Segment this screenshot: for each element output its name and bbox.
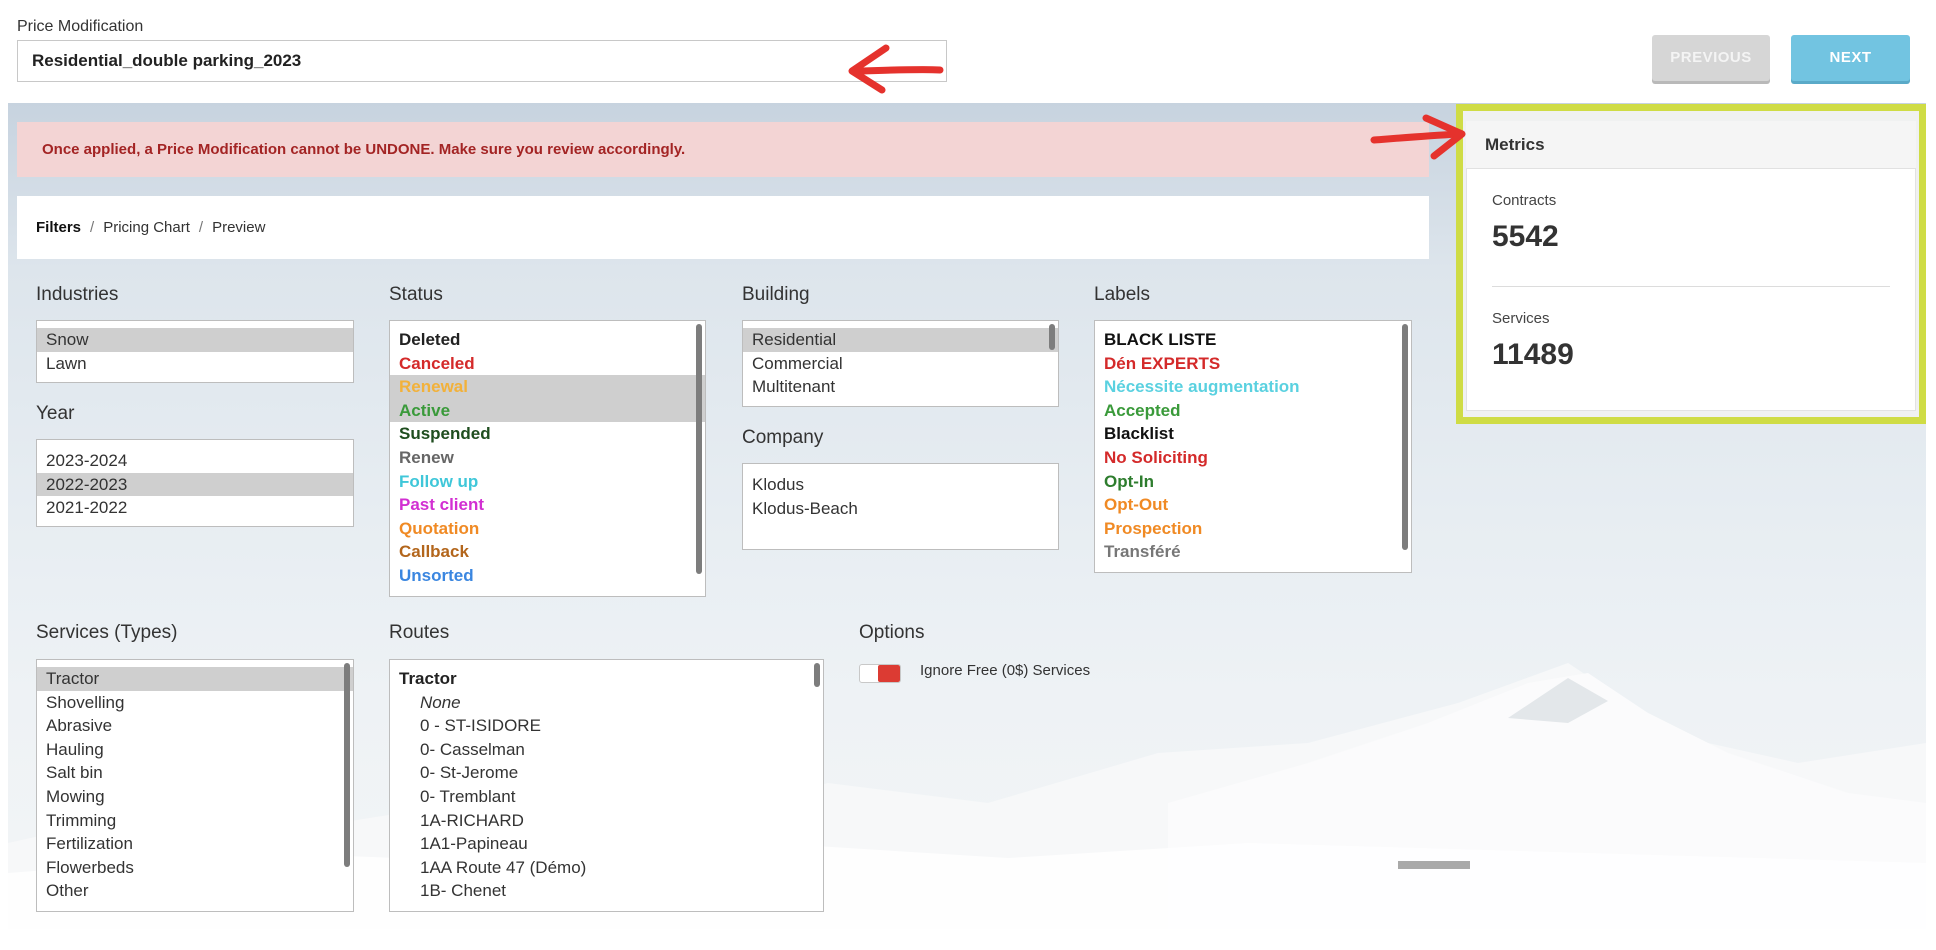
status-option-canceled[interactable]: Canceled xyxy=(390,352,705,376)
label-option-accepted[interactable]: Accepted xyxy=(1095,399,1411,423)
status-option-callback[interactable]: Callback xyxy=(390,540,705,564)
labels-scrollbar[interactable] xyxy=(1402,324,1408,550)
price-modification-name-input[interactable]: Residential_double parking_2023 xyxy=(17,40,947,82)
ignore-free-services-label: Ignore Free (0$) Services xyxy=(920,662,1091,679)
route-option[interactable]: 0 - ST-ISIDORE xyxy=(390,714,823,738)
routes-title: Routes xyxy=(389,622,450,643)
route-option[interactable]: 1A-RICHARD xyxy=(390,809,823,833)
route-option[interactable]: 0- Tremblant xyxy=(390,785,823,809)
status-option-deleted[interactable]: Deleted xyxy=(390,328,705,352)
building-option-multitenant[interactable]: Multitenant xyxy=(743,375,1058,399)
previous-button[interactable]: PREVIOUS xyxy=(1652,35,1770,81)
breadcrumb-pricing-chart[interactable]: Pricing Chart xyxy=(103,219,190,236)
status-listbox[interactable]: Deleted Canceled Renewal Active Suspende… xyxy=(389,320,706,597)
service-option-shovelling[interactable]: Shovelling xyxy=(37,691,353,715)
label-option-transfere[interactable]: Transféré xyxy=(1095,540,1411,564)
route-option[interactable]: 1A1-Papineau xyxy=(390,832,823,856)
label-option-necessite-augmentation[interactable]: Nécessite augmentation xyxy=(1095,375,1411,399)
company-title: Company xyxy=(742,427,824,448)
industries-title: Industries xyxy=(36,284,119,305)
industry-option-snow[interactable]: Snow xyxy=(37,328,353,352)
next-button[interactable]: NEXT xyxy=(1791,35,1910,81)
route-option[interactable]: 0- Casselman xyxy=(390,738,823,762)
toggle-knob xyxy=(878,665,900,682)
label-option-black-liste[interactable]: BLACK LISTE xyxy=(1095,328,1411,352)
company-listbox[interactable]: Klodus Klodus-Beach xyxy=(742,463,1059,550)
status-option-active[interactable]: Active xyxy=(390,398,705,423)
status-option-renew[interactable]: Renew xyxy=(390,446,705,470)
service-option-fertilization[interactable]: Fertilization xyxy=(37,832,353,856)
route-option[interactable]: 1B- Chenet xyxy=(390,879,823,903)
label-option-blacklist[interactable]: Blacklist xyxy=(1095,422,1411,446)
label-option-no-soliciting[interactable]: No Soliciting xyxy=(1095,446,1411,470)
service-option-tractor[interactable]: Tractor xyxy=(37,667,353,691)
contracts-label: Contracts xyxy=(1492,192,1557,209)
status-option-suspended[interactable]: Suspended xyxy=(390,422,705,446)
contracts-value: 5542 xyxy=(1492,220,1559,253)
labels-listbox[interactable]: BLACK LISTE Dén EXPERTS Nécessite augmen… xyxy=(1094,320,1412,573)
service-option-salt-bin[interactable]: Salt bin xyxy=(37,761,353,785)
building-option-commercial[interactable]: Commercial xyxy=(743,352,1058,376)
routes-group-tractor: Tractor xyxy=(399,669,457,688)
status-title: Status xyxy=(389,284,443,305)
service-option-hauling[interactable]: Hauling xyxy=(37,738,353,762)
routes-listbox[interactable]: Tractor None 0 - ST-ISIDORE 0- Casselman… xyxy=(389,659,824,912)
services-value: 11489 xyxy=(1492,338,1574,371)
service-option-trimming[interactable]: Trimming xyxy=(37,809,353,833)
label-option-prospection[interactable]: Prospection xyxy=(1095,517,1411,541)
year-option[interactable]: 2021-2022 xyxy=(37,496,353,520)
label-option-opt-out[interactable]: Opt-Out xyxy=(1095,493,1411,517)
annotation-arrow-left-icon xyxy=(848,44,944,94)
breadcrumb-separator: / xyxy=(198,219,204,236)
metrics-title: Metrics xyxy=(1466,121,1916,169)
year-listbox[interactable]: 2023-2024 2022-2023 2021-2022 xyxy=(36,439,354,527)
year-title: Year xyxy=(36,403,75,424)
company-option[interactable]: Klodus xyxy=(743,473,1058,497)
status-option-follow-up[interactable]: Follow up xyxy=(390,470,705,494)
breadcrumb-filters[interactable]: Filters xyxy=(36,219,81,236)
building-title: Building xyxy=(742,284,810,305)
building-listbox[interactable]: Residential Commercial Multitenant xyxy=(742,320,1059,407)
routes-scrollbar[interactable] xyxy=(814,663,820,687)
options-title: Options xyxy=(859,622,925,643)
service-option-mowing[interactable]: Mowing xyxy=(37,785,353,809)
services-scrollbar[interactable] xyxy=(344,663,350,867)
ignore-free-services-toggle[interactable] xyxy=(859,664,901,683)
irreversible-warning-banner: Once applied, a Price Modification canno… xyxy=(17,122,1429,177)
company-option[interactable]: Klodus-Beach xyxy=(743,497,1058,521)
services-types-listbox[interactable]: Tractor Shovelling Abrasive Hauling Salt… xyxy=(36,659,354,912)
route-option-none[interactable]: None xyxy=(390,691,823,715)
status-option-unsorted[interactable]: Unsorted xyxy=(390,564,705,588)
industries-listbox[interactable]: Snow Lawn xyxy=(36,320,354,383)
breadcrumb: Filters / Pricing Chart / Preview xyxy=(17,196,1429,259)
labels-title: Labels xyxy=(1094,284,1150,305)
breadcrumb-preview[interactable]: Preview xyxy=(212,219,265,236)
year-option[interactable]: 2022-2023 xyxy=(37,472,353,497)
service-option-abrasive[interactable]: Abrasive xyxy=(37,714,353,738)
services-label: Services xyxy=(1492,310,1550,327)
status-scrollbar[interactable] xyxy=(696,324,702,574)
services-types-title: Services (Types) xyxy=(36,622,178,643)
route-option[interactable]: 0- St-Jerome xyxy=(390,761,823,785)
building-option-residential[interactable]: Residential xyxy=(743,328,1058,352)
service-option-flowerbeds[interactable]: Flowerbeds xyxy=(37,856,353,880)
industry-option-lawn[interactable]: Lawn xyxy=(37,352,353,376)
breadcrumb-separator: / xyxy=(90,219,95,236)
annotation-arrow-right-icon xyxy=(1370,114,1466,160)
label-option-opt-in[interactable]: Opt-In xyxy=(1095,470,1411,494)
status-option-past-client[interactable]: Past client xyxy=(390,493,705,517)
metrics-divider xyxy=(1492,286,1890,287)
price-modification-label: Price Modification xyxy=(17,18,144,35)
label-option-den-experts[interactable]: Dén EXPERTS xyxy=(1095,352,1411,376)
status-option-renewal[interactable]: Renewal xyxy=(390,375,705,399)
status-option-quotation[interactable]: Quotation xyxy=(390,517,705,541)
building-scrollbar[interactable] xyxy=(1049,324,1055,350)
service-option-other[interactable]: Other xyxy=(37,879,353,903)
route-option[interactable]: 1AA Route 47 (Démo) xyxy=(390,856,823,880)
year-option[interactable]: 2023-2024 xyxy=(37,449,353,473)
